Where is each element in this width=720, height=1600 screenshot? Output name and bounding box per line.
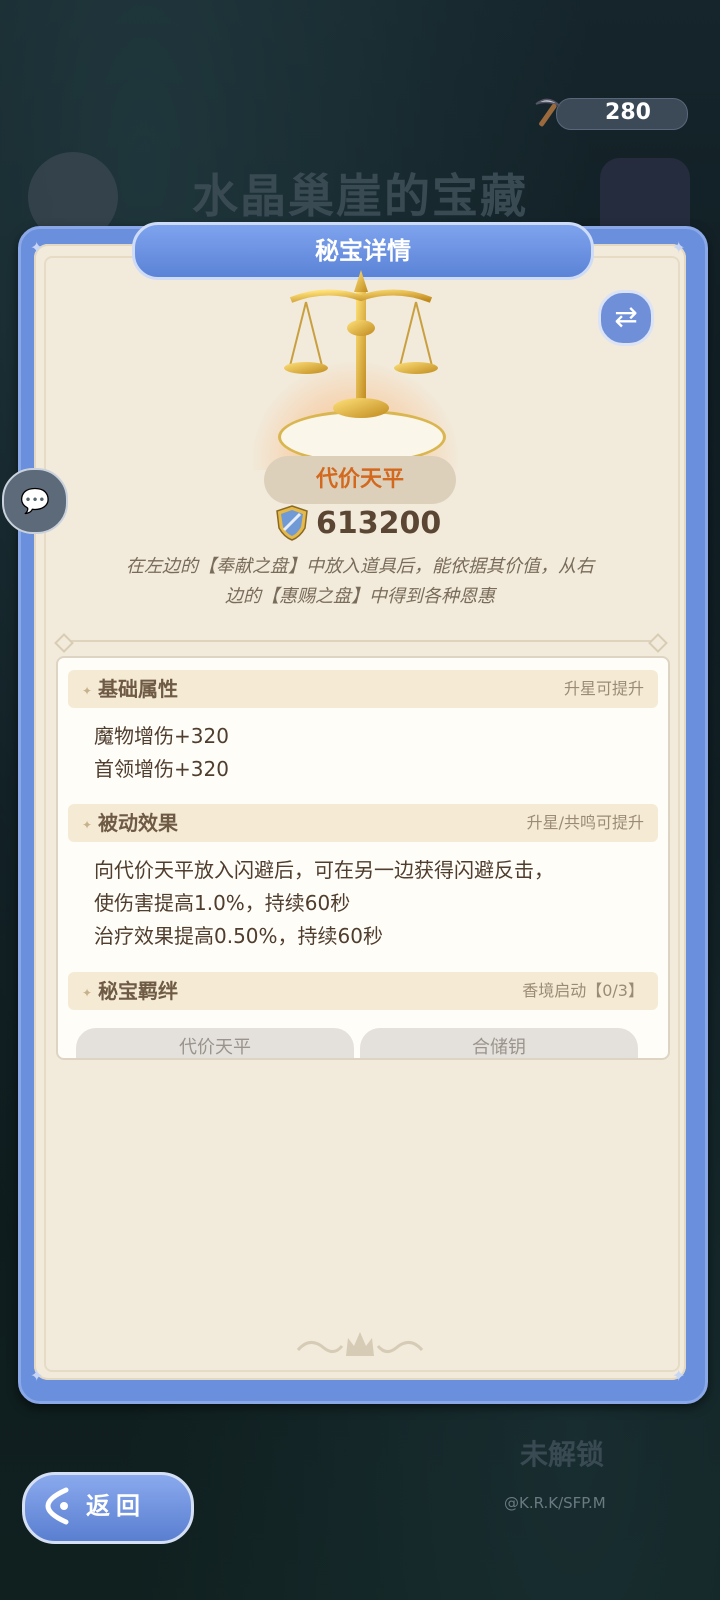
bond-tag[interactable]: 合储钥 (360, 1028, 638, 1058)
section-note: 香境启动【0/3】 (522, 981, 644, 1000)
corner-ornament: ✦ (672, 1366, 686, 1385)
description-line: 边的【惠赐之盘】中得到各种恩惠 (225, 586, 495, 607)
swap-button[interactable]: ⇄ (598, 290, 654, 346)
section-header-bond: ✦ 秘宝羁绊 香境启动【0/3】 (68, 972, 658, 1010)
crown-ornament-icon (296, 1332, 424, 1356)
bond-tag[interactable]: 代价天平 (76, 1028, 354, 1058)
watermark: @K.R.K/SFP.M (504, 1494, 606, 1512)
corner-ornament: ✦ (30, 238, 44, 257)
swap-icon: ⇄ (614, 300, 638, 333)
attribute-line: 首领增伤+320 (94, 757, 229, 781)
description-line: 在左边的【奉献之盘】中放入道具后，能依据其价值，从右 (126, 556, 594, 577)
back-arrow-icon (45, 1487, 69, 1525)
section-header-passive: ✦ 被动效果 升星/共鸣可提升 (68, 804, 658, 842)
pickaxe-icon (535, 98, 561, 127)
section-note: 升星可提升 (563, 679, 644, 698)
chat-button[interactable]: 💬 (2, 468, 68, 534)
item-description: 在左边的【奉献之盘】中放入道具后，能依据其价值，从右 边的【惠赐之盘】中得到各种… (80, 552, 640, 612)
power-value: 613200 (316, 506, 442, 541)
resource-value: 280 (605, 100, 651, 125)
back-button-label: 返回 (86, 1492, 146, 1520)
passive-line: 向代价天平放入闪避后，可在另一边获得闪避反击， (94, 858, 554, 882)
section-note: 升星/共鸣可提升 (526, 813, 644, 832)
section-header-base: ✦ 基础属性 升星可提升 (68, 670, 658, 708)
chat-bubble-icon: 💬 (20, 487, 50, 515)
section-title: 被动效果 (98, 811, 178, 835)
diamond-icon: ✦ (82, 684, 93, 698)
item-name: 代价天平 (315, 467, 404, 492)
passive-line: 使伤害提高1.0%，持续60秒 (94, 891, 351, 915)
passive-line: 治疗效果提高0.50%，持续60秒 (94, 924, 383, 948)
unlock-status: 未解锁 (520, 1438, 605, 1471)
divider (62, 640, 660, 642)
balance-scale-icon (284, 270, 438, 418)
section-title: 秘宝羁绊 (98, 979, 178, 1003)
diamond-icon: ✦ (82, 818, 93, 832)
event-title: 水晶巢崖的宝藏 (192, 169, 528, 223)
corner-ornament: ✦ (30, 1366, 44, 1385)
shield-sword-icon (276, 505, 308, 541)
corner-ornament: ✦ (672, 238, 686, 257)
section-title: 基础属性 (98, 677, 178, 701)
diamond-icon: ✦ (82, 986, 93, 1000)
attributes-scroll-area[interactable]: ✦ 基础属性 升星可提升 魔物增伤+320 首领增伤+320 ✦ 被动效果 升星… (56, 656, 670, 1060)
attribute-line: 魔物增伤+320 (94, 724, 229, 748)
